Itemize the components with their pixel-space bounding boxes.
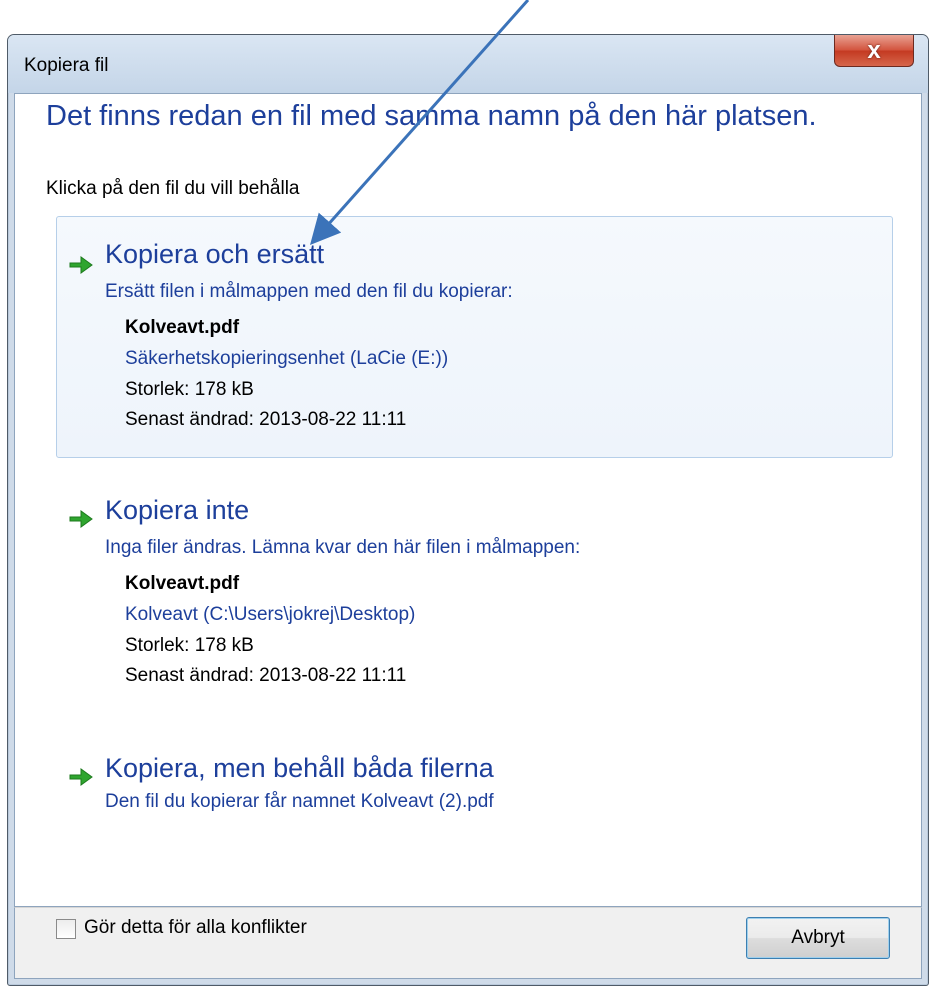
option-title: Kopiera och ersätt bbox=[105, 239, 325, 269]
cancel-button[interactable]: Avbryt bbox=[746, 917, 890, 959]
green-arrow-icon bbox=[69, 768, 93, 786]
apply-to-all-checkbox[interactable] bbox=[56, 919, 76, 939]
file-modified: Senast ändrad: 2013-08-22 11:11 bbox=[125, 665, 407, 686]
conflict-instruction: Klicka på den fil du vill behålla bbox=[46, 178, 300, 199]
file-location: Kolveavt (C:\Users\jokrej\Desktop) bbox=[125, 604, 416, 625]
title-bar[interactable]: Kopiera fil x bbox=[8, 35, 928, 93]
option-title: Kopiera, men behåll båda filerna bbox=[105, 753, 494, 783]
file-size: Storlek: 178 kB bbox=[125, 379, 254, 400]
option-description: Ersätt filen i målmappen med den fil du … bbox=[105, 281, 513, 302]
green-arrow-icon bbox=[69, 256, 93, 274]
conflict-heading: Det finns redan en fil med samma namn på… bbox=[46, 100, 817, 132]
option-dont-copy[interactable]: Kopiera inte Inga filer ändras. Lämna kv… bbox=[56, 486, 893, 700]
file-name: Kolveavt.pdf bbox=[125, 573, 240, 594]
file-location: Säkerhetskopieringsenhet (LaCie (E:)) bbox=[125, 348, 449, 369]
option-description: Inga filer ändras. Lämna kvar den här fi… bbox=[105, 537, 581, 558]
apply-to-all-label[interactable]: Gör detta för alla konflikter bbox=[84, 917, 307, 939]
close-button[interactable]: x bbox=[834, 35, 914, 67]
green-arrow-icon bbox=[69, 510, 93, 528]
option-title: Kopiera inte bbox=[105, 495, 250, 525]
option-keep-both[interactable]: Kopiera, men behåll båda filerna Den fil… bbox=[56, 744, 893, 828]
file-size: Storlek: 178 kB bbox=[125, 635, 254, 656]
file-name: Kolveavt.pdf bbox=[125, 317, 240, 338]
option-copy-and-replace[interactable]: Kopiera och ersätt Ersätt filen i målmap… bbox=[56, 216, 893, 458]
option-description: Den fil du kopierar får namnet Kolveavt … bbox=[105, 791, 494, 812]
window-title: Kopiera fil bbox=[24, 55, 109, 76]
file-modified: Senast ändrad: 2013-08-22 11:11 bbox=[125, 409, 407, 430]
close-icon: x bbox=[867, 36, 881, 64]
